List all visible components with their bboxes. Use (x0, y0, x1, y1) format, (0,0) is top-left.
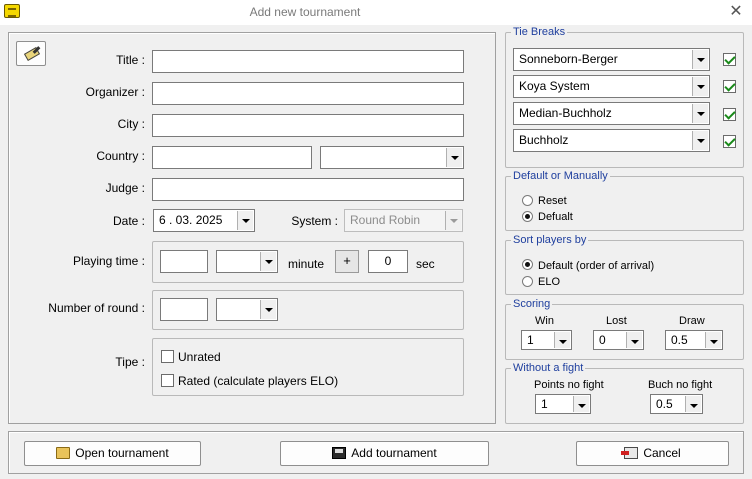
chevron-down-icon (705, 332, 721, 348)
cancel-label: Cancel (643, 446, 681, 460)
lost-label: Lost (606, 315, 627, 327)
buch-no-fight-label: Buch no fight (648, 379, 713, 391)
chevron-down-icon (626, 332, 642, 348)
tie-break-checkbox-1[interactable] (723, 53, 736, 66)
country-select[interactable] (320, 146, 464, 169)
tie-break-value-1: Sonneborn-Berger (519, 52, 618, 66)
buch-no-fight-select[interactable]: 0.5 (650, 394, 703, 414)
playing-time-input[interactable] (160, 250, 208, 273)
playing-time-select[interactable] (216, 250, 278, 273)
add-tournament-label: Add tournament (351, 446, 437, 460)
chevron-down-icon (237, 211, 253, 230)
city-input[interactable] (152, 114, 464, 137)
without-fight-legend: Without a fight (511, 362, 586, 374)
tie-break-checkbox-4[interactable] (723, 135, 736, 148)
chevron-down-icon (692, 50, 708, 69)
chevron-down-icon (446, 148, 462, 167)
chevron-down-icon (685, 396, 701, 412)
chevron-down-icon (692, 104, 708, 123)
city-label: City : (117, 117, 145, 131)
system-value: Round Robin (350, 213, 421, 227)
tie-break-select-3[interactable]: Median-Buchholz (513, 102, 710, 125)
win-value: 1 (527, 333, 534, 347)
date-label: Date : (112, 214, 145, 228)
sort-default-label: Default (order of arrival) (538, 260, 655, 272)
rounds-select[interactable] (216, 298, 278, 321)
title-input[interactable] (152, 50, 464, 73)
draw-value: 0.5 (671, 333, 688, 347)
reset-label: Reset (538, 195, 567, 207)
title-bar: Add new tournament ✕ (0, 0, 752, 25)
window-title: Add new tournament (249, 5, 361, 19)
sort-default-radio[interactable] (522, 259, 533, 270)
playing-time-label: Playing time : (72, 254, 145, 268)
draw-select[interactable]: 0.5 (665, 330, 723, 350)
rounds-label: Number of round : (48, 301, 145, 315)
sort-players-legend: Sort players by (511, 234, 589, 246)
tie-break-value-3: Median-Buchholz (519, 106, 612, 120)
title-label: Title : (116, 53, 145, 67)
tie-breaks-legend: Tie Breaks (511, 26, 568, 38)
points-no-fight-value: 1 (541, 397, 548, 411)
minute-label: minute (288, 257, 325, 271)
system-select: Round Robin (344, 209, 463, 232)
chevron-down-icon (260, 300, 276, 319)
draw-label: Draw (679, 315, 705, 327)
open-tournament-label: Open tournament (75, 446, 169, 460)
judge-input[interactable] (152, 178, 464, 201)
chevron-down-icon (692, 131, 708, 150)
plus-button[interactable]: + (335, 250, 359, 273)
close-icon[interactable]: ✕ (726, 2, 746, 22)
tie-break-select-4[interactable]: Buchholz (513, 129, 710, 152)
country-input[interactable] (152, 146, 312, 169)
scoring-legend: Scoring (511, 298, 553, 310)
points-no-fight-label: Points no fight (534, 379, 604, 391)
folder-open-icon (56, 447, 71, 459)
floppy-disk-icon (332, 447, 347, 459)
system-label: System : (291, 214, 338, 228)
date-value: 6 . 03. 2025 (159, 213, 223, 227)
organizer-input[interactable] (152, 82, 464, 105)
open-tournament-button[interactable]: Open tournament (24, 441, 201, 466)
chevron-down-icon (260, 252, 276, 271)
sort-elo-label: ELO (538, 276, 561, 288)
unrated-label: Unrated (178, 350, 221, 364)
rounds-input[interactable] (160, 298, 208, 321)
exit-door-icon (621, 447, 639, 459)
default-radio[interactable] (522, 211, 533, 222)
tie-break-checkbox-3[interactable] (723, 108, 736, 121)
increment-input[interactable]: 0 (368, 250, 408, 273)
rated-checkbox[interactable] (161, 374, 174, 387)
tipe-label: Tipe : (115, 355, 145, 369)
reset-radio[interactable] (522, 195, 533, 206)
lost-select[interactable]: 0 (593, 330, 644, 350)
judge-label: Judge : (105, 181, 145, 195)
tie-break-select-2[interactable]: Koya System (513, 75, 710, 98)
date-picker[interactable]: 6 . 03. 2025 (153, 209, 255, 232)
points-no-fight-select[interactable]: 1 (535, 394, 591, 414)
cancel-button[interactable]: Cancel (576, 441, 729, 466)
tie-break-value-4: Buchholz (519, 133, 569, 147)
rated-label: Rated (calculate players ELO) (178, 374, 339, 388)
sec-label: sec (416, 257, 435, 271)
win-label: Win (535, 315, 554, 327)
unrated-checkbox[interactable] (161, 350, 174, 363)
chevron-down-icon (573, 396, 589, 412)
chevron-down-icon (445, 211, 461, 230)
lost-value: 0 (599, 333, 606, 347)
add-tournament-button[interactable]: Add tournament (280, 441, 489, 466)
chevron-down-icon (692, 77, 708, 96)
buch-no-fight-value: 0.5 (656, 397, 673, 411)
tie-break-select-1[interactable]: Sonneborn-Berger (513, 48, 710, 71)
chevron-down-icon (554, 332, 570, 348)
tie-break-value-2: Koya System (519, 79, 590, 93)
win-select[interactable]: 1 (521, 330, 572, 350)
sort-elo-radio[interactable] (522, 276, 533, 287)
tie-break-checkbox-2[interactable] (723, 80, 736, 93)
organizer-label: Organizer : (85, 85, 145, 99)
default-label: Defualt (538, 211, 573, 223)
country-label: Country : (96, 149, 145, 163)
default-manual-legend: Default or Manually (511, 170, 610, 182)
